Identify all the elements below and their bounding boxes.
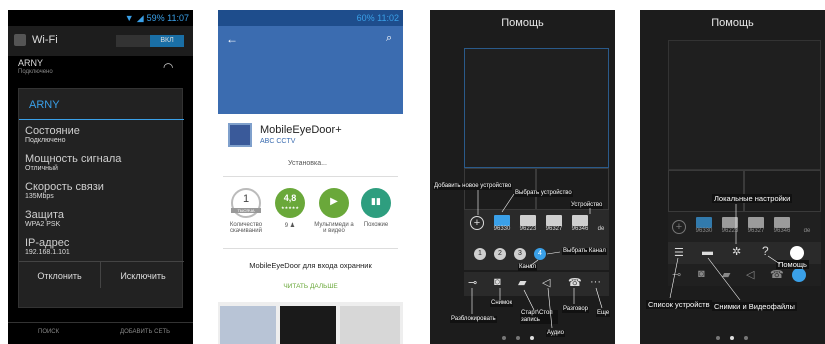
screen-help-annotated: Помощь + 96330 96223 96327 96346 de 1 2 … [430,10,615,344]
status-bar: ▼ ◢ 59% 11:07 [8,10,193,26]
row-label: Мощность сигнала [25,153,122,165]
network-name: ARNY [18,58,44,68]
stat-rating: 4,8 ★★★★★ 9 ♟ [270,188,310,229]
dialog-title: ARNY [29,99,60,111]
annotation-arrows [471,190,603,329]
row-value: Отличный [25,165,58,172]
media-glyph: ▶ [330,196,338,207]
page-dot [516,336,520,340]
row-security: Защита WPA2 PSK [25,209,64,228]
stat-label: Количество скачиваний [229,222,263,234]
page-dots [716,336,748,340]
row-label: Защита [25,209,64,221]
toggle-on-label: ВКЛ [150,35,184,47]
reject-label: Отклонить [37,271,82,281]
page-dot [716,336,720,340]
exclude-label: Исключить [120,271,166,281]
row-speed: Скорость связи 135Mbps [25,181,104,200]
wifi-icon: ▼ [124,13,134,23]
back-arrow-icon[interactable]: ← [226,32,238,46]
downloads-badge-number: 1 [242,193,250,205]
divider [223,248,398,249]
similar-icon: ▮▮ [361,188,391,218]
screenshot-thumb[interactable] [340,306,400,344]
rating-badge: 4,8 ★★★★★ [275,188,305,218]
network-dialog: ARNY Состояние Подключено Мощность сигна… [18,88,184,308]
app-description: MobileEyeDoor для входа охранник [249,261,372,270]
status-text: 59% 11:07 [146,13,189,23]
app-developer: ABC CCTV [260,138,296,145]
screenshot-thumb[interactable] [220,306,276,344]
app-name: MobileEyeDoor+ [260,124,342,136]
stat-label: 9 ♟ [284,223,296,229]
row-ip: IP-адрес 192.168.1.101 [25,237,70,256]
row-label: Состояние [25,125,80,137]
settings-icon [14,34,26,46]
read-more-link[interactable]: ЧИТАТЬ ДАЛЬШЕ [218,283,403,290]
add-network-button[interactable]: ДОБАВИТЬ СЕТЬ [120,329,170,335]
dialog-divider [19,119,184,120]
row-value: Подключено [25,137,66,144]
exclude-button[interactable]: Исключить [102,262,184,288]
wifi-toggle[interactable]: ВКЛ [116,35,184,47]
status-text: 60% 11:02 [356,13,399,23]
stat-similar[interactable]: ▮▮ Похожие [356,188,396,228]
stat-label: Похожие [363,222,389,228]
downloads-badge: 1 ТЫСЯЧА [231,188,261,218]
search-button[interactable]: ПОИСК [38,329,59,335]
network-item[interactable]: ARNY Подключено ◠ [8,56,193,86]
stat-downloads: 1 ТЫСЯЧА Количество скачиваний [226,188,266,234]
page-dot-active [730,336,734,340]
screen-app-install: 60% 11:02 ← ⌕ MobileEyeDoor+ ABC CCTV Ус… [218,10,403,344]
media-icon: ▶ [319,188,349,218]
screenshot-strip [218,302,403,344]
row-value: WPA2 PSK [25,221,61,228]
row-value: 135Mbps [25,193,54,200]
rating-value: 4,8 [283,193,297,203]
page-dot [744,336,748,340]
app-icon [228,123,252,147]
status-bar: 60% 11:02 [218,10,403,26]
header-title: Wi-Fi [32,34,58,46]
network-status: Подключено [18,69,53,75]
stat-category[interactable]: ▶ Мультимеди а и видео [314,188,354,234]
row-state: Состояние Подключено [25,125,80,144]
signal-icon: ◢ [136,12,144,23]
reject-button[interactable]: Отклонить [19,262,101,288]
rating-stars: ★★★★★ [281,205,299,210]
screenshot-thumb[interactable] [280,306,336,344]
page-dot [502,336,506,340]
row-label: IP-адрес [25,237,70,249]
store-header: ← ⌕ [218,26,403,114]
stat-label: Мультимеди а и видео [314,222,354,234]
annotation-arrows [669,204,781,301]
row-signal: Мощность сигнала Отличный [25,153,121,172]
screen-wifi-settings: ▼ ◢ 59% 11:07 Wi-Fi ВКЛ ARNY Подключено … [8,10,193,344]
search-icon[interactable]: ⌕ [386,32,392,45]
downloads-badge-sub: ТЫСЯЧА [231,208,261,213]
wifi-lock-icon: ◠ [163,60,174,74]
row-label: Скорость связи [25,181,104,193]
similar-glyph: ▮▮ [371,196,381,206]
wifi-header: Wi-Fi ВКЛ [8,26,193,56]
page-dots [502,336,534,340]
row-value: 192.168.1.101 [25,249,70,256]
divider [223,176,398,177]
install-status: Установка... [288,160,327,167]
bottom-bar: ПОИСК ДОБАВИТЬ СЕТЬ [8,322,193,344]
screen-help-menu: Помощь + 96330 96223 96327 96346 de ☰ ▬ … [640,10,825,344]
page-dot-active [530,336,534,340]
